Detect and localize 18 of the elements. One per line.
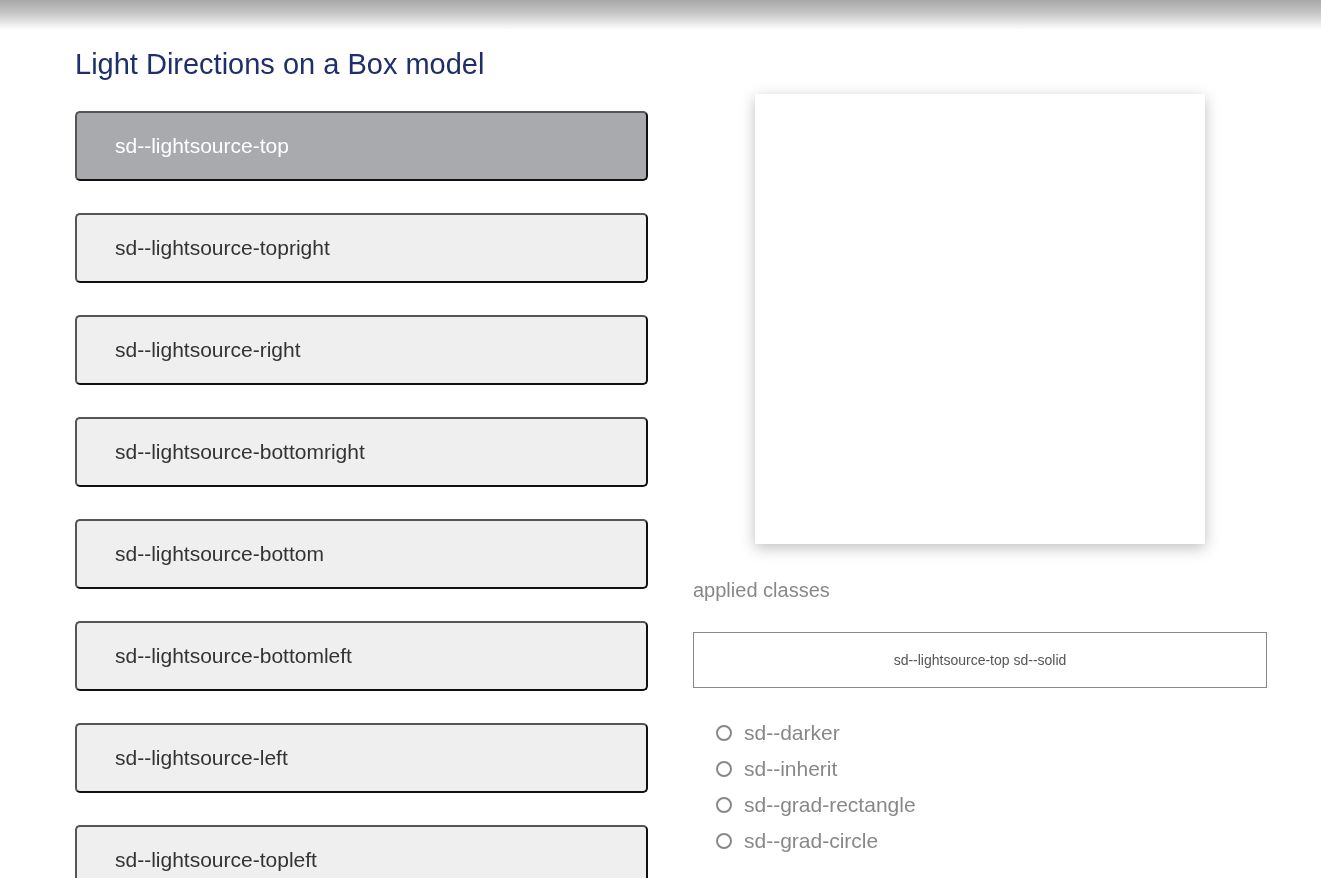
lightsource-button[interactable]: sd--lightsource-bottom <box>75 519 648 589</box>
applied-classes-field: sd--lightsource-top sd--solid <box>693 632 1267 688</box>
option-label[interactable]: sd--grad-circle <box>744 829 879 853</box>
lightsource-button[interactable]: sd--lightsource-bottomright <box>75 417 648 487</box>
radio-button[interactable] <box>716 833 732 849</box>
option-label[interactable]: sd--grad-rectangle <box>744 793 916 817</box>
lightsource-button[interactable]: sd--lightsource-left <box>75 723 648 793</box>
lightsource-button[interactable]: sd--lightsource-topleft <box>75 825 648 878</box>
radio-button[interactable] <box>716 797 732 813</box>
applied-classes-label: applied classes <box>693 579 831 602</box>
option-label[interactable]: sd--darker <box>744 721 840 745</box>
radio-button[interactable] <box>716 761 732 777</box>
lightsource-button[interactable]: sd--lightsource-bottomleft <box>75 621 648 691</box>
lightsource-button[interactable]: sd--lightsource-topright <box>75 213 648 283</box>
radio-button[interactable] <box>716 725 732 741</box>
option-label[interactable]: sd--inherit <box>744 757 838 781</box>
lightsource-button[interactable]: sd--lightsource-right <box>75 315 648 385</box>
page-title: Light Directions on a Box model <box>75 47 486 82</box>
